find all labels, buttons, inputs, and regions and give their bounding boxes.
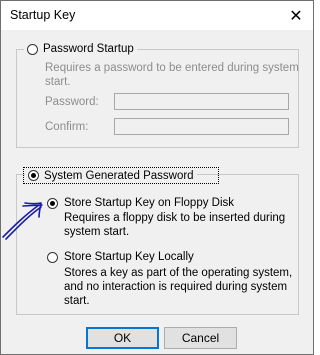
locally-label: Store Startup Key Locally [64, 251, 194, 263]
locally-option[interactable]: Store Startup Key Locally [47, 251, 194, 263]
confirm-field[interactable] [114, 118, 289, 135]
password-startup-description: Requires a password to be entered during… [45, 62, 299, 88]
password-startup-option[interactable]: Password Startup [24, 41, 137, 57]
confirm-label: Confirm: [45, 121, 89, 133]
floppy-option[interactable]: Store Startup Key on Floppy Disk [47, 197, 234, 209]
password-startup-radio[interactable] [27, 43, 38, 55]
cancel-button[interactable]: Cancel [164, 327, 237, 349]
system-generated-radio[interactable] [28, 170, 39, 181]
title-bar[interactable]: Startup Key ✕ [1, 1, 313, 30]
floppy-label: Store Startup Key on Floppy Disk [64, 197, 235, 209]
locally-radio[interactable] [47, 251, 58, 263]
system-generated-label: System Generated Password [44, 169, 194, 182]
password-field[interactable] [114, 93, 289, 110]
locally-description: Stores a key as part of the operating sy… [64, 267, 293, 307]
password-label: Password: [45, 96, 99, 108]
ok-button[interactable]: OK [86, 327, 159, 349]
password-startup-label: Password Startup [43, 43, 134, 55]
startup-key-dialog: Startup Key ✕ Password Startup Requires … [0, 0, 314, 355]
close-icon[interactable]: ✕ [281, 3, 311, 28]
system-generated-option[interactable]: System Generated Password [25, 168, 197, 183]
floppy-description: Requires a floppy disk to be inserted du… [64, 212, 286, 238]
floppy-radio[interactable] [47, 197, 58, 209]
hand-drawn-arrow-icon [2, 202, 43, 240]
dialog-title: Startup Key [10, 8, 76, 22]
